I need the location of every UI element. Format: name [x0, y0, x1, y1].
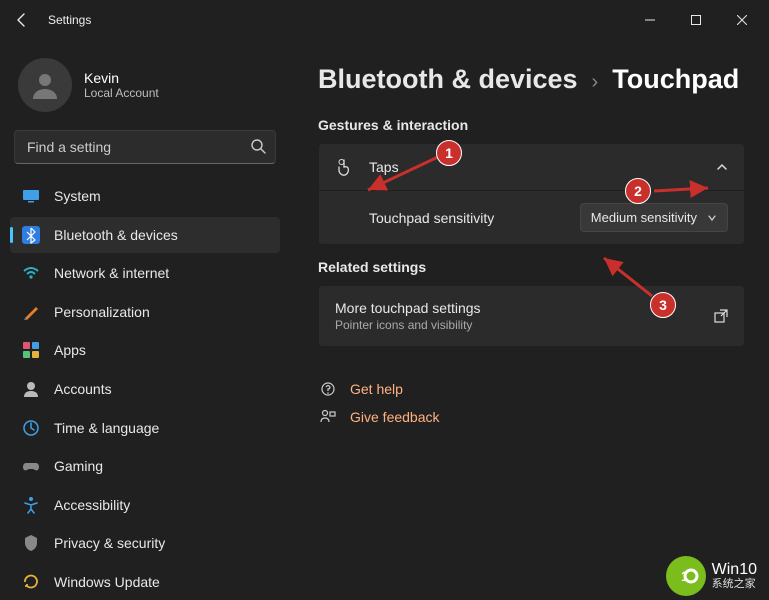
search-input[interactable]: [14, 130, 276, 164]
feedback-icon: [320, 409, 336, 425]
section-related-header: Related settings: [318, 259, 745, 275]
more-settings-card: More touchpad settings Pointer icons and…: [318, 285, 745, 347]
sidebar-item-apps[interactable]: Apps: [10, 332, 280, 369]
gaming-icon: [22, 457, 40, 475]
bluetooth-icon: [22, 226, 40, 244]
wifi-icon: [22, 264, 40, 282]
taps-title: Taps: [369, 159, 700, 175]
sensitivity-row: Touchpad sensitivity Medium sensitivity: [319, 191, 744, 244]
close-icon: [737, 15, 747, 25]
shield-icon: [22, 534, 40, 552]
give-feedback-link[interactable]: Give feedback: [318, 403, 745, 431]
sidebar-item-label: Windows Update: [54, 574, 160, 590]
breadcrumb-current: Touchpad: [612, 64, 739, 95]
more-settings-subtitle: Pointer icons and visibility: [335, 318, 698, 332]
sidebar-item-label: Privacy & security: [54, 535, 165, 551]
open-external-icon: [714, 309, 728, 323]
sidebar-item-label: Time & language: [54, 420, 159, 436]
update-icon: [22, 573, 40, 591]
sidebar-item-system[interactable]: System: [10, 178, 280, 215]
sidebar-item-label: Accessibility: [54, 497, 130, 513]
breadcrumb: Bluetooth & devices › Touchpad: [318, 64, 745, 95]
back-arrow-icon: [14, 12, 30, 28]
watermark: 1 Win10 系统之家: [660, 552, 763, 600]
more-settings-row[interactable]: More touchpad settings Pointer icons and…: [319, 286, 744, 346]
sidebar-item-label: Gaming: [54, 458, 103, 474]
minimize-button[interactable]: [627, 4, 673, 36]
help-icon: [320, 381, 336, 397]
system-icon: [22, 187, 40, 205]
accounts-icon: [22, 380, 40, 398]
maximize-icon: [691, 15, 701, 25]
sidebar-item-privacy[interactable]: Privacy & security: [10, 525, 280, 562]
chevron-up-icon: [716, 161, 728, 173]
sensitivity-value: Medium sensitivity: [591, 210, 697, 225]
search-box: [14, 130, 276, 164]
sidebar-item-bluetooth-devices[interactable]: Bluetooth & devices: [10, 217, 280, 254]
section-gestures-header: Gestures & interaction: [318, 117, 745, 133]
sidebar-item-label: System: [54, 188, 101, 204]
nav-list: System Bluetooth & devices Network & int…: [10, 178, 280, 600]
titlebar: Settings: [0, 0, 769, 40]
get-help-label: Get help: [350, 381, 403, 397]
sidebar-item-network[interactable]: Network & internet: [10, 255, 280, 292]
profile-name: Kevin: [84, 70, 159, 86]
sidebar: Kevin Local Account System Bluetooth & d…: [0, 40, 290, 600]
watermark-title: Win10: [712, 561, 757, 578]
apps-icon: [22, 341, 40, 359]
get-help-link[interactable]: Get help: [318, 375, 745, 403]
search-icon: [250, 138, 266, 154]
close-button[interactable]: [719, 4, 765, 36]
sidebar-item-time-language[interactable]: Time & language: [10, 409, 280, 446]
sidebar-item-label: Personalization: [54, 304, 150, 320]
accessibility-icon: [22, 496, 40, 514]
person-icon: [29, 69, 61, 101]
more-settings-title: More touchpad settings: [335, 300, 698, 316]
window-title: Settings: [48, 13, 91, 27]
sensitivity-dropdown[interactable]: Medium sensitivity: [580, 203, 728, 232]
sidebar-item-windows-update[interactable]: Windows Update: [10, 563, 280, 600]
globe-clock-icon: [22, 419, 40, 437]
sidebar-item-accessibility[interactable]: Accessibility: [10, 486, 280, 523]
taps-card: Taps Touchpad sensitivity Medium sensiti…: [318, 143, 745, 245]
breadcrumb-parent[interactable]: Bluetooth & devices: [318, 64, 578, 95]
watermark-logo-icon: 1: [666, 556, 706, 596]
tap-icon: [335, 158, 353, 176]
back-button[interactable]: [4, 2, 40, 38]
avatar: [18, 58, 72, 112]
watermark-subtitle: 系统之家: [712, 579, 757, 591]
profile-block[interactable]: Kevin Local Account: [10, 52, 280, 130]
paintbrush-icon: [22, 303, 40, 321]
sidebar-item-label: Network & internet: [54, 265, 169, 281]
sensitivity-label: Touchpad sensitivity: [369, 210, 494, 226]
maximize-button[interactable]: [673, 4, 719, 36]
taps-row[interactable]: Taps: [319, 144, 744, 191]
sidebar-item-label: Bluetooth & devices: [54, 227, 178, 243]
main-content: Bluetooth & devices › Touchpad Gestures …: [290, 40, 769, 600]
sidebar-item-gaming[interactable]: Gaming: [10, 448, 280, 485]
chevron-right-icon: ›: [592, 71, 599, 94]
sidebar-item-personalization[interactable]: Personalization: [10, 294, 280, 331]
minimize-icon: [645, 15, 655, 25]
profile-subtitle: Local Account: [84, 86, 159, 100]
sidebar-item-label: Accounts: [54, 381, 112, 397]
give-feedback-label: Give feedback: [350, 409, 440, 425]
sidebar-item-label: Apps: [54, 342, 86, 358]
sidebar-item-accounts[interactable]: Accounts: [10, 371, 280, 408]
chevron-down-icon: [707, 213, 717, 223]
